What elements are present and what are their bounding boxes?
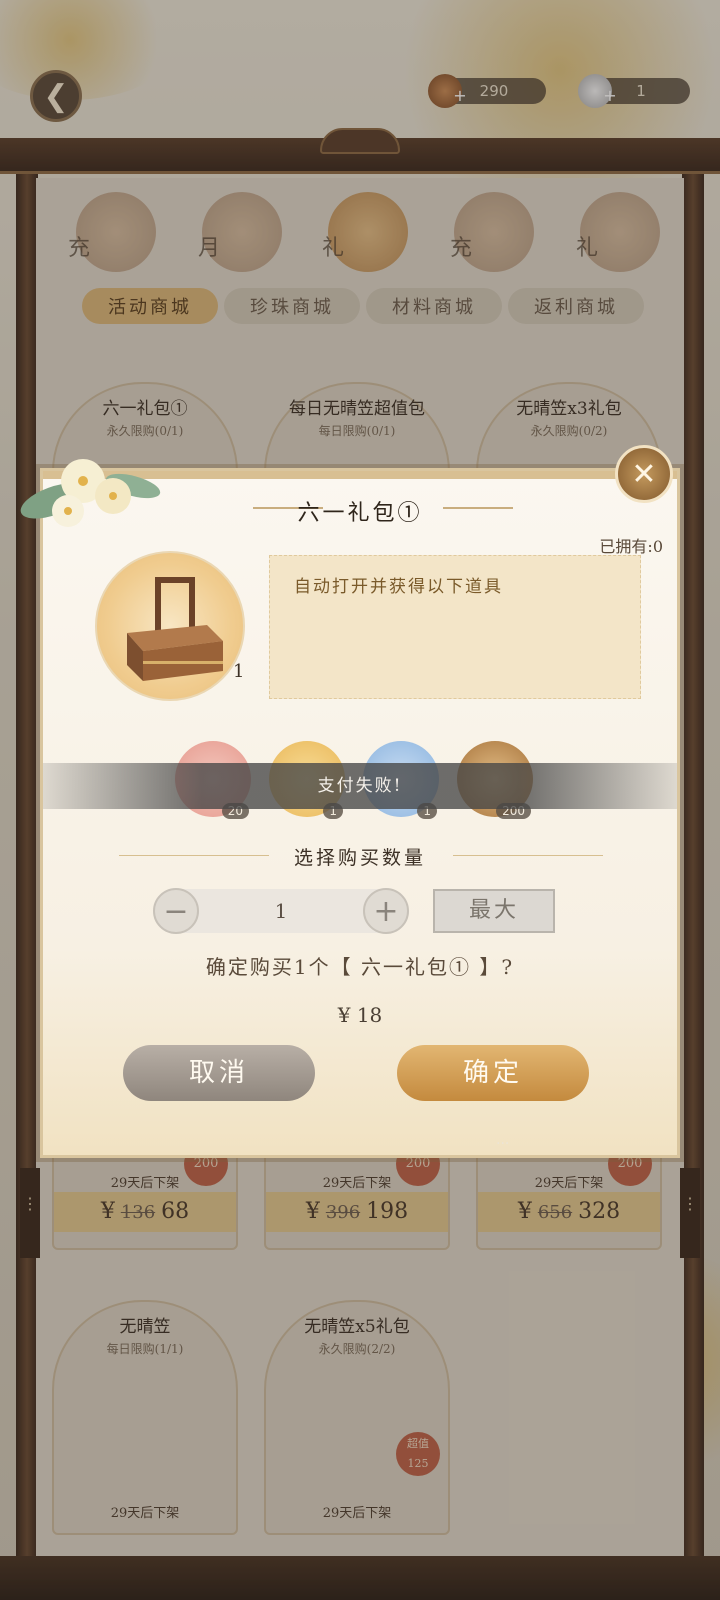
quantity-title: 选择购买数量	[293, 847, 426, 869]
minus-icon: −	[163, 893, 189, 929]
increase-button[interactable]: +	[363, 888, 409, 934]
description-box: 自动打开并获得以下道具	[269, 555, 641, 699]
pack-count: 1	[233, 661, 245, 682]
more-indicator-icon: ···	[496, 1136, 510, 1152]
toast-message: 支付失败!	[43, 763, 677, 809]
wooden-box-icon	[127, 577, 223, 681]
purchase-dialog: ✕ 六一礼包① 已拥有:0 1 自动打开并获得以下道具 20 1 1 200 支…	[20, 445, 680, 1158]
total-price: ¥ 18	[337, 1003, 383, 1027]
confirm-question: 确定购买1个【 六一礼包① 】?	[205, 955, 515, 979]
owned-count: 已拥有:0	[599, 537, 663, 556]
max-button[interactable]: 最大	[433, 889, 555, 933]
dialog-title: 六一礼包①	[297, 501, 423, 526]
quantity-value[interactable]: 1	[201, 889, 361, 933]
description-text: 自动打开并获得以下道具	[294, 577, 503, 597]
decrease-button[interactable]: −	[153, 888, 199, 934]
plus-icon: +	[373, 893, 399, 929]
gift-pack-icon	[95, 551, 245, 701]
close-icon: ✕	[631, 456, 657, 492]
quantity-stepper: − 1 +	[153, 888, 409, 934]
confirm-button[interactable]: 确定	[397, 1045, 589, 1101]
cancel-button[interactable]: 取消	[123, 1045, 315, 1101]
